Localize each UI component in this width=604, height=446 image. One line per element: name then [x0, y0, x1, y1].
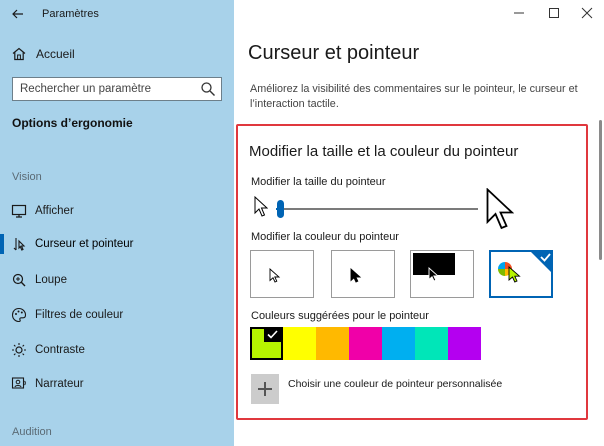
palette-icon — [10, 306, 28, 324]
group-label-audition: Audition — [12, 426, 52, 438]
sun-icon — [10, 341, 28, 359]
sidebar: Paramètres Accueil Options d’ergonomie V… — [0, 0, 234, 446]
sidebar-item-cursor[interactable]: Curseur et pointeur — [0, 230, 234, 258]
section-title: Options d’ergonomie — [12, 116, 133, 130]
size-slider-thumb[interactable] — [277, 200, 285, 218]
back-button[interactable] — [8, 4, 28, 24]
page-description: Améliorez la visibilité des commentaires… — [250, 83, 578, 110]
active-indicator — [0, 234, 4, 254]
sidebar-item-label: Narrateur — [35, 378, 84, 390]
home-icon — [10, 45, 28, 63]
pointer-color-black[interactable] — [331, 250, 395, 298]
sidebar-item-narrateur[interactable]: Narrateur — [0, 370, 234, 398]
lime-pointer-icon — [508, 266, 521, 283]
close-button[interactable] — [570, 2, 604, 24]
sidebar-item-label: Filtres de couleur — [35, 309, 124, 321]
page-title: Curseur et pointeur — [248, 42, 420, 64]
custom-color-label[interactable]: Choisir une couleur de pointeur personna… — [288, 378, 502, 390]
sidebar-item-contraste[interactable]: Contraste — [0, 336, 234, 364]
custom-color-button[interactable] — [251, 374, 279, 404]
narrator-icon — [10, 375, 28, 393]
pointer-color-inverted[interactable] — [410, 250, 474, 298]
minimize-button[interactable] — [502, 2, 536, 24]
swatch-check-icon — [264, 327, 281, 342]
color-swatch[interactable] — [283, 327, 316, 360]
color-swatch[interactable] — [382, 327, 415, 360]
selected-check-icon — [529, 250, 553, 274]
white-pointer-icon — [269, 268, 281, 283]
magnifier-icon — [10, 271, 28, 289]
search-input[interactable] — [13, 78, 193, 100]
color-swatch[interactable] — [448, 327, 481, 360]
black-pointer-icon — [350, 268, 362, 283]
small-pointer-icon — [254, 196, 268, 217]
sidebar-item-label: Contraste — [35, 344, 85, 356]
minimize-icon — [514, 12, 524, 14]
main-content: Curseur et pointeur Améliorez la visibil… — [234, 0, 604, 446]
sidebar-item-loupe[interactable]: Loupe — [0, 266, 234, 294]
color-swatch[interactable] — [415, 327, 448, 360]
scrollbar[interactable] — [599, 120, 602, 260]
color-swatch[interactable] — [250, 327, 283, 360]
back-arrow-icon — [12, 9, 23, 19]
maximize-button[interactable] — [537, 2, 571, 24]
pointer-color-white[interactable] — [250, 250, 314, 298]
search-icon[interactable] — [200, 81, 216, 97]
cursor-icon — [10, 235, 28, 253]
sidebar-item-label: Curseur et pointeur — [35, 238, 134, 250]
large-pointer-icon — [486, 188, 514, 230]
color-label: Modifier la couleur du pointeur — [251, 231, 399, 243]
search-box[interactable] — [12, 77, 222, 101]
color-swatch[interactable] — [316, 327, 349, 360]
size-slider-track[interactable] — [276, 208, 478, 210]
section-heading: Modifier la taille et la couleur du poin… — [249, 143, 519, 160]
size-label: Modifier la taille du pointeur — [251, 176, 386, 188]
maximize-icon — [549, 8, 559, 18]
group-label-vision: Vision — [12, 171, 42, 183]
sidebar-item-label: Accueil — [36, 47, 75, 61]
sidebar-item-afficher[interactable]: Afficher — [0, 197, 234, 225]
suggested-colors-label: Couleurs suggérées pour le pointeur — [251, 310, 429, 322]
sidebar-item-home[interactable]: Accueil — [0, 41, 234, 67]
close-icon — [581, 7, 593, 19]
sidebar-item-label: Loupe — [35, 274, 67, 286]
color-swatch[interactable] — [349, 327, 382, 360]
monitor-icon — [10, 202, 28, 220]
sidebar-item-label: Afficher — [35, 205, 74, 217]
sidebar-item-filtres[interactable]: Filtres de couleur — [0, 301, 234, 329]
inverted-pointer-icon — [428, 267, 440, 282]
pointer-color-custom[interactable] — [489, 250, 553, 298]
window-title: Paramètres — [42, 8, 99, 20]
